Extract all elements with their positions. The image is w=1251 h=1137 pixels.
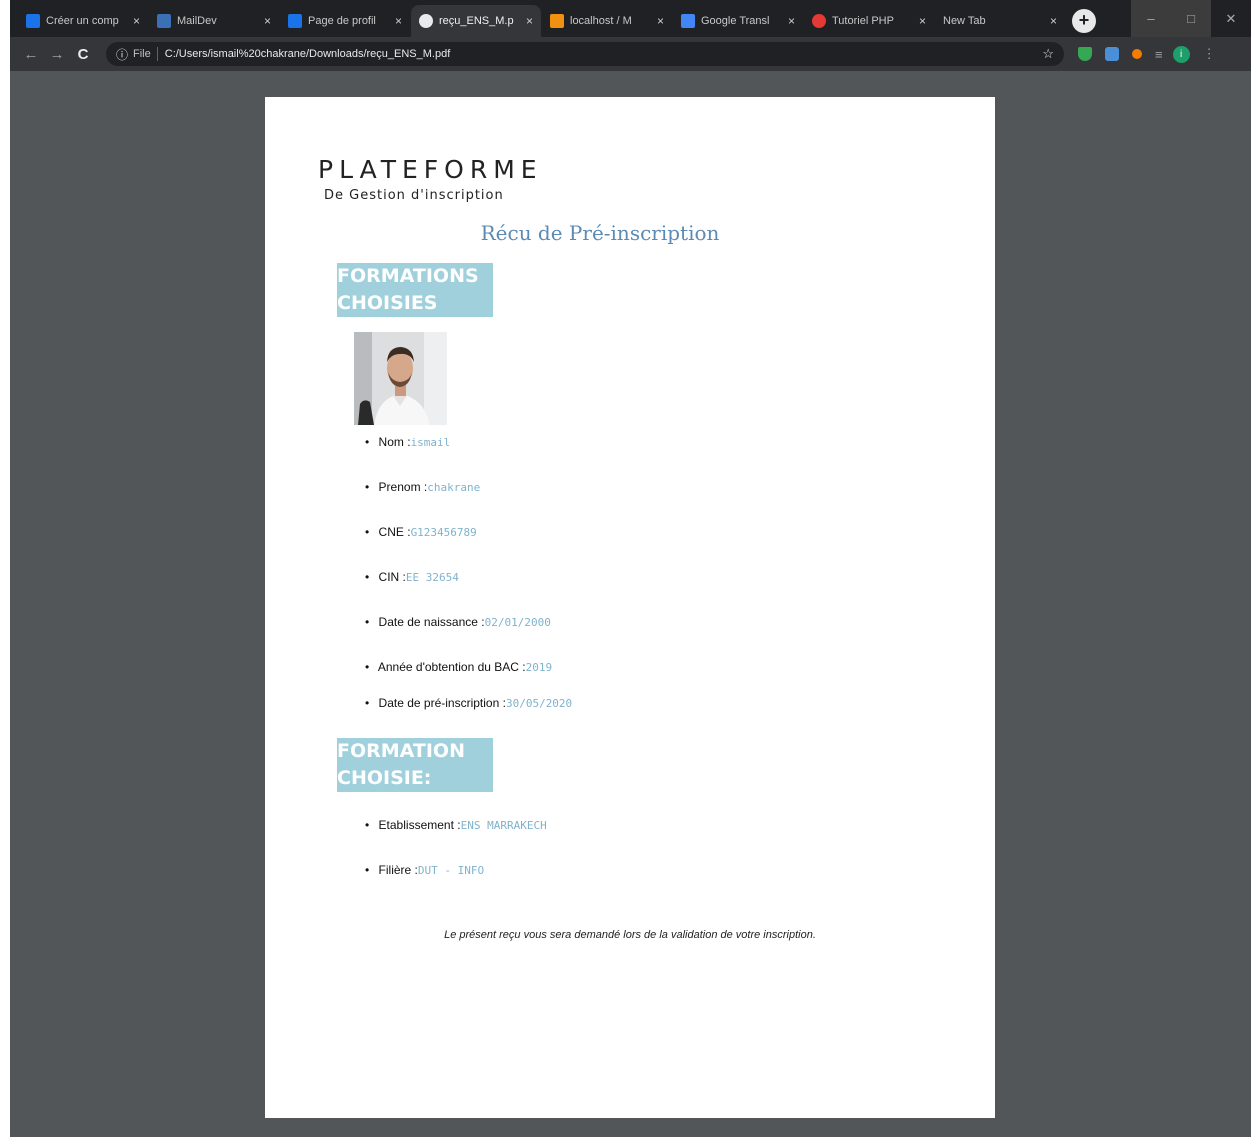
reading-list-icon[interactable]: ≡ bbox=[1155, 47, 1163, 62]
field-value: G123456789 bbox=[410, 526, 477, 539]
field-label: Année d'obtention du BAC : bbox=[377, 660, 526, 674]
tab-close-icon[interactable]: × bbox=[1050, 14, 1057, 28]
tab-close-icon[interactable]: × bbox=[788, 14, 795, 28]
tab-tutoriel-php[interactable]: Tutoriel PHP × bbox=[804, 5, 934, 37]
tab-localhost[interactable]: localhost / M × bbox=[542, 5, 672, 37]
tab-close-icon[interactable]: × bbox=[133, 14, 140, 28]
list-item: Etablissement :ENS MARRAKECH bbox=[365, 818, 547, 832]
tab-label: Tutoriel PHP bbox=[832, 15, 894, 27]
list-item: Filière :DUT - INFO bbox=[365, 863, 485, 877]
tab-page-profil[interactable]: Page de profil × bbox=[280, 5, 410, 37]
tab-favicon-icon bbox=[288, 14, 302, 28]
tab-close-icon[interactable]: × bbox=[526, 14, 533, 28]
field-value: DUT - INFO bbox=[417, 864, 485, 877]
tab-creer-compte[interactable]: Créer un comp × bbox=[18, 5, 148, 37]
tab-label: Google Transl bbox=[701, 15, 770, 27]
youtube-icon bbox=[812, 14, 826, 28]
minimize-icon[interactable]: – bbox=[1131, 0, 1171, 37]
list-item: Date de naissance :02/01/2000 bbox=[365, 615, 551, 629]
back-button[interactable]: ← bbox=[20, 46, 42, 63]
list-item: Nom :ismail bbox=[365, 435, 451, 449]
pdf-page: PLATEFORME De Gestion d'inscription Récu… bbox=[265, 97, 995, 1118]
field-value: chakrane bbox=[427, 481, 481, 494]
section-formation-choisie: FORMATION CHOISIE: bbox=[337, 738, 493, 792]
menu-kebab-icon[interactable]: ⋮ bbox=[1203, 46, 1216, 62]
bookmark-star-icon[interactable]: ☆ bbox=[1042, 46, 1054, 62]
tab-close-icon[interactable]: × bbox=[919, 14, 926, 28]
section-heading-line: CHOISIE: bbox=[337, 767, 432, 789]
maximize-icon[interactable]: □ bbox=[1171, 0, 1211, 37]
section-formations-choisies: FORMATIONS CHOISIES bbox=[337, 263, 493, 317]
tab-maildev[interactable]: MailDev × bbox=[149, 5, 279, 37]
globe-icon bbox=[419, 14, 433, 28]
field-value: ismail bbox=[410, 436, 451, 449]
fox-icon[interactable] bbox=[1132, 49, 1142, 59]
tab-close-icon[interactable]: × bbox=[264, 14, 271, 28]
brand-title: PLATEFORME bbox=[318, 155, 543, 184]
list-item: Année d'obtention du BAC :2019 bbox=[365, 660, 552, 674]
footer-note: Le présent reçu vous sera demandé lors d… bbox=[444, 929, 816, 941]
list-item: Date de pré-inscription :30/05/2020 bbox=[365, 696, 573, 710]
field-value: 30/05/2020 bbox=[505, 697, 573, 710]
field-label: Etablissement : bbox=[378, 818, 461, 832]
profile-avatar[interactable]: i bbox=[1172, 45, 1190, 63]
tab-google-translate[interactable]: Google Transl × bbox=[673, 5, 803, 37]
tab-new-tab[interactable]: New Tab × bbox=[935, 5, 1065, 37]
section-heading-line: FORMATION bbox=[337, 740, 465, 762]
student-photo-image bbox=[354, 332, 447, 425]
brand-subtitle: De Gestion d'inscription bbox=[324, 188, 504, 203]
tab-label: localhost / M bbox=[570, 15, 632, 27]
close-window-icon[interactable]: ✕ bbox=[1211, 0, 1251, 37]
tab-label: Créer un comp bbox=[46, 15, 119, 27]
section-heading-line: FORMATIONS bbox=[337, 265, 479, 287]
tab-close-icon[interactable]: × bbox=[395, 14, 402, 28]
tab-recu-pdf[interactable]: reçu_ENS_M.p × bbox=[411, 5, 541, 37]
field-label: CIN : bbox=[378, 570, 406, 584]
tab-label: reçu_ENS_M.p bbox=[439, 15, 514, 27]
tab-favicon-icon bbox=[26, 14, 40, 28]
field-label: CNE : bbox=[378, 525, 411, 539]
field-label: Date de naissance : bbox=[378, 615, 485, 629]
list-item: CNE :G123456789 bbox=[365, 525, 477, 539]
translate-icon[interactable] bbox=[1105, 47, 1119, 61]
mail-icon bbox=[157, 14, 171, 28]
address-url[interactable]: C:/Users/ismail%20chakrane/Downloads/reç… bbox=[165, 48, 1043, 60]
browser-tab-strip: Créer un comp × MailDev × Page de profil… bbox=[10, 0, 1251, 37]
address-divider bbox=[156, 47, 158, 61]
shield-icon[interactable] bbox=[1078, 47, 1092, 61]
field-value: ENS MARRAKECH bbox=[460, 819, 547, 832]
student-photo bbox=[354, 332, 447, 425]
forward-button[interactable]: → bbox=[46, 46, 68, 63]
tab-close-icon[interactable]: × bbox=[657, 14, 664, 28]
tab-label: Page de profil bbox=[308, 15, 376, 27]
address-scheme: File bbox=[133, 48, 151, 60]
browser-toolbar: ← → C ⓘ File C:/Users/ismail%20chakrane/… bbox=[10, 37, 1251, 71]
new-tab-button[interactable]: + bbox=[1072, 9, 1096, 33]
field-label: Prenom : bbox=[378, 480, 428, 494]
translate-icon bbox=[681, 14, 695, 28]
info-icon[interactable]: ⓘ bbox=[116, 46, 128, 63]
extensions-area: ≡ i ⋮ bbox=[1078, 45, 1226, 63]
field-value: 2019 bbox=[525, 661, 553, 674]
field-label: Date de pré-inscription : bbox=[378, 696, 506, 710]
reload-button[interactable]: C bbox=[72, 46, 94, 63]
address-bar[interactable]: ⓘ File C:/Users/ismail%20chakrane/Downlo… bbox=[106, 42, 1064, 66]
list-item: Prenom :chakrane bbox=[365, 480, 481, 494]
pdf-viewer[interactable]: PLATEFORME De Gestion d'inscription Récu… bbox=[10, 71, 1251, 1137]
tab-label: MailDev bbox=[177, 15, 217, 27]
field-label: Filière : bbox=[378, 863, 418, 877]
section-heading-line: CHOISIES bbox=[337, 292, 438, 314]
field-value: 02/01/2000 bbox=[484, 616, 551, 629]
field-value: EE 32654 bbox=[405, 571, 459, 584]
tab-label: New Tab bbox=[943, 15, 986, 27]
phpmyadmin-icon bbox=[550, 14, 564, 28]
receipt-title: Récu de Pré-inscription bbox=[480, 221, 720, 245]
field-label: Nom : bbox=[378, 435, 411, 449]
window-controls: – □ ✕ bbox=[1131, 0, 1251, 37]
list-item: CIN :EE 32654 bbox=[365, 570, 459, 584]
